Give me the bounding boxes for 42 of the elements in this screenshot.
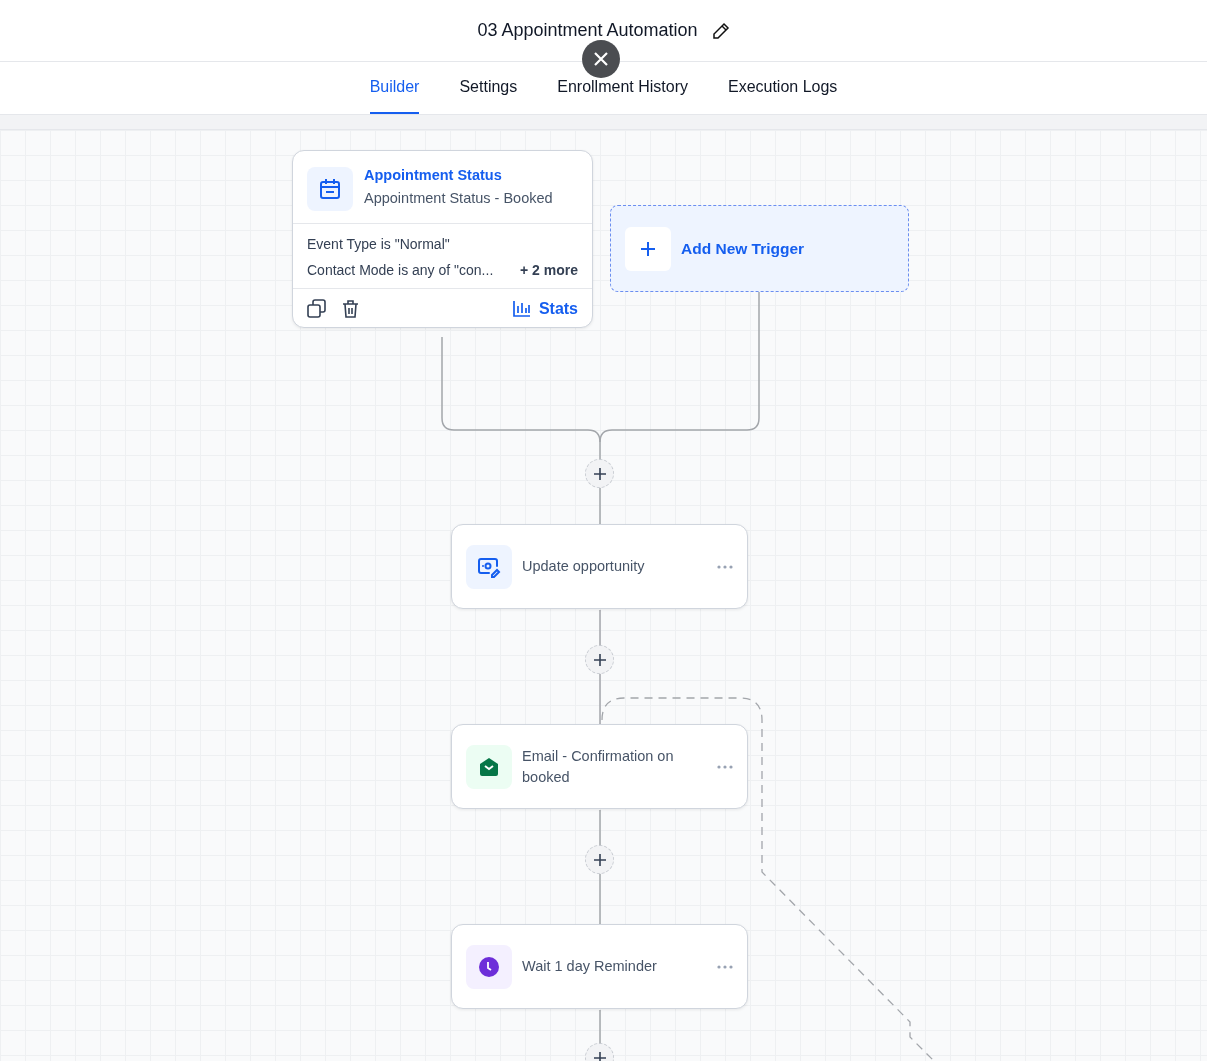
workflow-title: 03 Appointment Automation	[477, 20, 698, 41]
trash-icon[interactable]	[342, 299, 359, 318]
plus-icon	[592, 466, 607, 481]
filter-condition: Event Type is "Normal"	[307, 236, 451, 252]
pencil-icon[interactable]	[711, 21, 730, 40]
action-label: Update opportunity	[522, 557, 646, 576]
ellipsis-icon	[717, 964, 733, 969]
action-label: Email - Confirmation on booked	[522, 746, 675, 787]
tab[interactable]: Settings	[459, 62, 518, 114]
add-step-button[interactable]	[585, 845, 614, 874]
action-label: Wait 1 day Reminder	[522, 957, 658, 976]
plus-icon	[592, 1050, 607, 1061]
more-button[interactable]	[717, 564, 733, 569]
bar-chart-icon	[512, 300, 531, 317]
action-card[interactable]: Update opportunity	[451, 524, 748, 609]
tab[interactable]: Execution Logs	[727, 62, 838, 114]
more-conditions-link[interactable]: + 2 more	[520, 262, 578, 278]
add-trigger-button[interactable]: Add New Trigger	[610, 205, 909, 292]
close-button[interactable]	[582, 40, 620, 78]
copy-icon[interactable]	[307, 299, 326, 318]
plus-icon	[640, 240, 656, 257]
action-card[interactable]: Email - Confirmation on booked	[451, 724, 748, 809]
money-edit-icon	[477, 555, 501, 578]
ellipsis-icon	[717, 764, 733, 769]
filter-condition: Contact Mode is any of "con...	[307, 262, 494, 278]
stats-button[interactable]: Stats	[512, 299, 578, 318]
add-step-button[interactable]	[585, 459, 614, 488]
more-button[interactable]	[717, 764, 733, 769]
envelope-icon	[479, 756, 499, 777]
plus-icon	[592, 852, 607, 867]
clock-icon	[478, 955, 500, 978]
ellipsis-icon	[717, 564, 733, 569]
close-icon	[593, 51, 609, 67]
trigger-card[interactable]: Appointment Status Appointment Status - Booked Event Type is "Normal" Contact Mode is any of "con... + 2 more Stats	[292, 150, 593, 328]
action-card[interactable]: Wait 1 day Reminder	[451, 924, 748, 1009]
tab[interactable]: Enrollment History	[557, 62, 688, 114]
add-step-button[interactable]	[585, 645, 614, 674]
more-button[interactable]	[717, 964, 733, 969]
plus-icon	[592, 652, 607, 667]
trigger-subtitle: Appointment Status - Booked	[364, 190, 553, 206]
trigger-title: Appointment Status	[364, 167, 503, 183]
calendar-icon	[319, 178, 341, 200]
